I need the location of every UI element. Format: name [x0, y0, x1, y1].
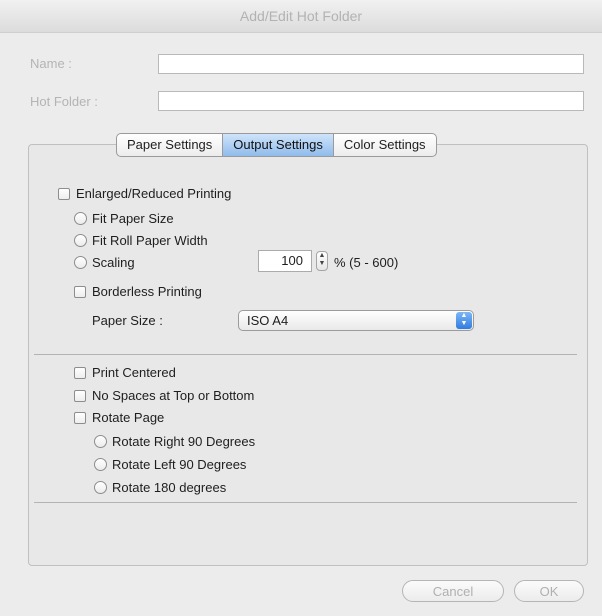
no-spaces-label: No Spaces at Top or Bottom: [92, 388, 255, 403]
rotate-page-label: Rotate Page: [92, 410, 165, 425]
fit-paper-size-label: Fit Paper Size: [92, 211, 174, 226]
checkbox-box[interactable]: [74, 366, 86, 379]
radio-circle[interactable]: [74, 234, 87, 247]
tab-color-settings[interactable]: Color Settings: [334, 134, 436, 156]
print-centered-label: Print Centered: [92, 365, 176, 380]
ok-button[interactable]: OK: [514, 580, 584, 602]
enlarged-reduced-checkbox[interactable]: Enlarged/Reduced Printing: [58, 186, 231, 201]
radio-circle[interactable]: [94, 481, 107, 494]
print-centered-checkbox[interactable]: Print Centered: [74, 365, 176, 380]
rotate-left-label: Rotate Left 90 Degrees: [112, 457, 247, 472]
rotate-180-label: Rotate 180 degrees: [112, 480, 227, 495]
scaling-label: Scaling: [92, 255, 135, 270]
stepper-arrows-icon[interactable]: ▲ ▼: [316, 251, 328, 271]
radio-circle[interactable]: [74, 256, 87, 269]
checkbox-box[interactable]: [74, 389, 86, 402]
no-spaces-checkbox[interactable]: No Spaces at Top or Bottom: [74, 388, 254, 403]
fit-paper-size-radio[interactable]: Fit Paper Size: [74, 211, 174, 226]
scaling-range-label: % (5 - 600): [334, 255, 399, 270]
settings-tabs: Paper Settings Output Settings Color Set…: [116, 133, 437, 157]
hot-folder-field[interactable]: [158, 91, 584, 111]
hot-folder-label: Hot Folder :: [30, 94, 98, 109]
paper-size-label: Paper Size :: [92, 313, 163, 328]
fit-roll-paper-width-radio[interactable]: Fit Roll Paper Width: [74, 233, 208, 248]
borderless-printing-checkbox[interactable]: Borderless Printing: [74, 284, 202, 299]
checkbox-box[interactable]: [58, 187, 70, 200]
checkbox-box[interactable]: [74, 285, 86, 298]
tab-output-settings[interactable]: Output Settings: [223, 134, 334, 156]
popup-arrows-icon: ▲ ▼: [456, 312, 472, 329]
scaling-input[interactable]: 100: [258, 250, 312, 272]
radio-circle[interactable]: [94, 458, 107, 471]
divider: [34, 502, 577, 503]
enlarged-reduced-label: Enlarged/Reduced Printing: [76, 186, 232, 201]
radio-circle[interactable]: [74, 212, 87, 225]
rotate-180-radio[interactable]: Rotate 180 degrees: [94, 480, 226, 495]
window-title: Add/Edit Hot Folder: [0, 0, 602, 33]
name-field[interactable]: [158, 54, 584, 74]
paper-size-select[interactable]: ISO A4 ▲ ▼: [238, 310, 474, 331]
rotate-page-checkbox[interactable]: Rotate Page: [74, 410, 164, 425]
borderless-printing-label: Borderless Printing: [92, 284, 202, 299]
name-label: Name :: [30, 56, 72, 71]
radio-circle[interactable]: [94, 435, 107, 448]
rotate-right-radio[interactable]: Rotate Right 90 Degrees: [94, 434, 255, 449]
rotate-left-radio[interactable]: Rotate Left 90 Degrees: [94, 457, 246, 472]
cancel-button[interactable]: Cancel: [402, 580, 504, 602]
checkbox-box[interactable]: [74, 411, 86, 424]
rotate-right-label: Rotate Right 90 Degrees: [112, 434, 256, 449]
fit-roll-paper-width-label: Fit Roll Paper Width: [92, 233, 208, 248]
paper-size-value: ISO A4: [247, 313, 289, 328]
divider: [34, 354, 577, 355]
tab-paper-settings[interactable]: Paper Settings: [117, 134, 224, 156]
scaling-radio[interactable]: Scaling: [74, 255, 135, 270]
